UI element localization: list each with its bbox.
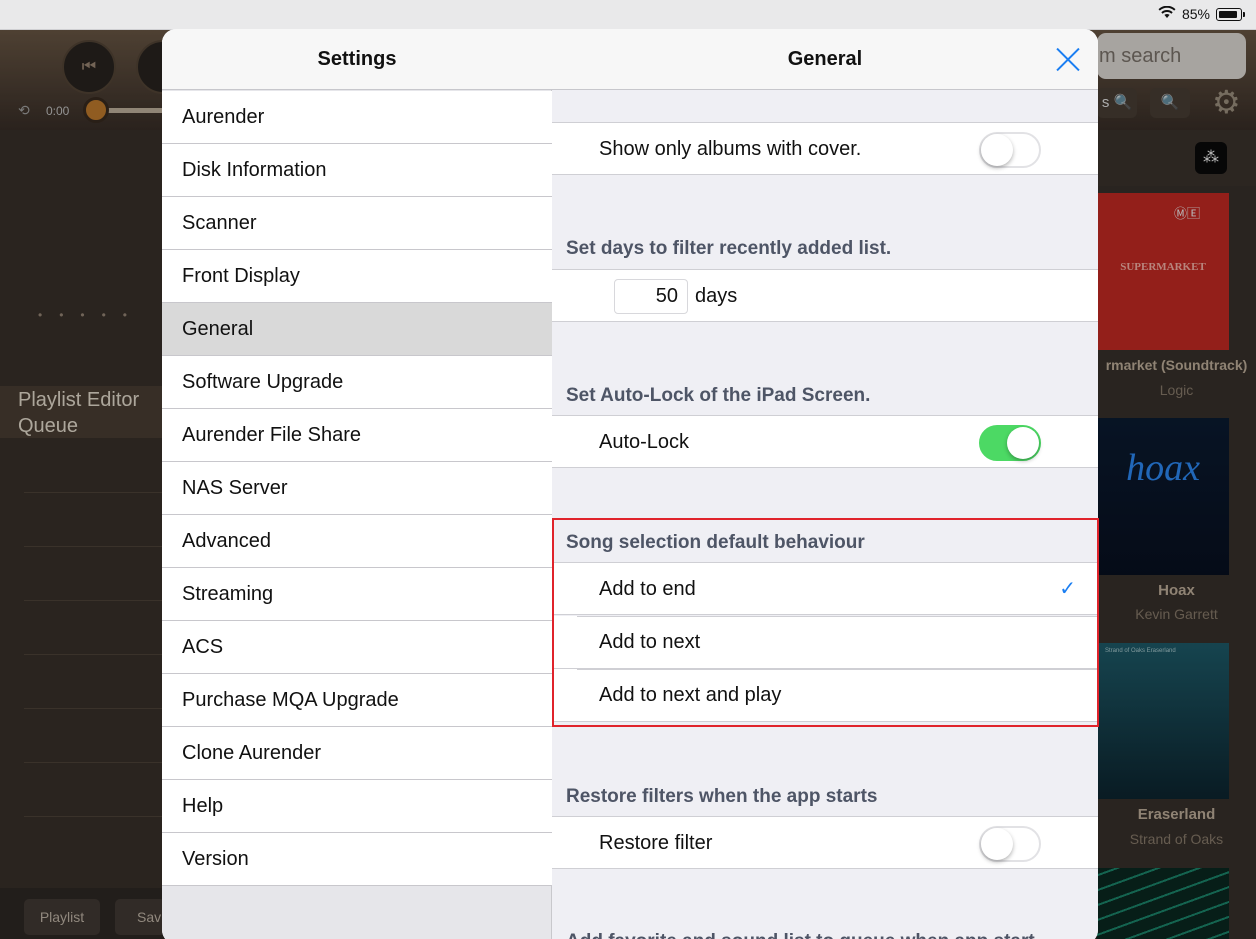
settings-item-disk-information[interactable]: Disk Information: [162, 144, 552, 197]
settings-item-file-share[interactable]: Aurender File Share: [162, 409, 552, 462]
settings-item-scanner[interactable]: Scanner: [162, 197, 552, 250]
autolock-row: Auto-Lock: [552, 415, 1098, 468]
settings-item-aurender[interactable]: Aurender: [162, 91, 552, 144]
toggle-knob: [981, 828, 1013, 860]
settings-item-nas-server[interactable]: NAS Server: [162, 462, 552, 515]
autolock-toggle[interactable]: [979, 425, 1041, 461]
option-add-to-next[interactable]: Add to next: [552, 616, 1098, 669]
settings-title: Settings: [162, 29, 552, 90]
checkmark-icon: ✓: [1059, 578, 1076, 600]
option-label: Add to end: [599, 578, 696, 600]
battery-icon: [1216, 7, 1245, 21]
restore-filters-header: Restore filters when the app starts: [566, 786, 878, 807]
settings-item-acs[interactable]: ACS: [162, 621, 552, 674]
restore-filter-label: Restore filter: [599, 832, 713, 854]
settings-item-mqa-upgrade[interactable]: Purchase MQA Upgrade: [162, 674, 552, 727]
general-title: General: [552, 29, 1098, 90]
wifi-icon: [1158, 5, 1176, 22]
settings-item-version[interactable]: Version: [162, 833, 552, 886]
recent-days-header: Set days to filter recently added list.: [566, 238, 892, 259]
status-bar: 85%: [0, 0, 1256, 30]
days-label: days: [695, 285, 738, 307]
general-title-text: General: [787, 48, 863, 70]
next-section-header: Add favorite and sound list to queue whe…: [566, 931, 1035, 939]
show-albums-cover-label: Show only albums with cover.: [599, 138, 862, 160]
show-albums-cover-row: Show only albums with cover.: [552, 122, 1098, 175]
settings-item-clone-aurender[interactable]: Clone Aurender: [162, 727, 552, 780]
toggle-knob: [981, 134, 1013, 166]
song-selection-header: Song selection default behaviour: [566, 532, 865, 553]
settings-item-advanced[interactable]: Advanced: [162, 515, 552, 568]
restore-filter-toggle[interactable]: [979, 826, 1041, 862]
show-albums-cover-toggle[interactable]: [979, 132, 1041, 168]
toggle-knob: [1007, 427, 1039, 459]
days-input[interactable]: 50: [614, 279, 688, 314]
autolock-header: Set Auto-Lock of the iPad Screen.: [566, 385, 871, 406]
settings-item-help[interactable]: Help: [162, 780, 552, 833]
option-add-to-end[interactable]: Add to end ✓: [552, 562, 1098, 615]
option-label: Add to next and play: [599, 684, 782, 706]
settings-item-software-upgrade[interactable]: Software Upgrade: [162, 356, 552, 409]
option-label: Add to next: [599, 631, 701, 653]
settings-item-general[interactable]: General: [162, 303, 552, 356]
settings-sidebar: Settings Aurender Disk Information Scann…: [162, 29, 552, 939]
battery-percent: 85%: [1181, 6, 1210, 22]
general-panel: General Show only albums with cover. Set…: [552, 29, 1098, 939]
autolock-label: Auto-Lock: [599, 431, 690, 453]
settings-modal: Settings Aurender Disk Information Scann…: [162, 29, 1098, 939]
status-indicators: 85%: [1158, 5, 1245, 22]
settings-item-streaming[interactable]: Streaming: [162, 568, 552, 621]
recent-days-row: 50 days: [552, 269, 1098, 322]
close-button[interactable]: [1054, 45, 1082, 73]
option-add-to-next-and-play[interactable]: Add to next and play: [552, 669, 1098, 722]
restore-filter-row: Restore filter: [552, 816, 1098, 869]
settings-item-front-display[interactable]: Front Display: [162, 250, 552, 303]
